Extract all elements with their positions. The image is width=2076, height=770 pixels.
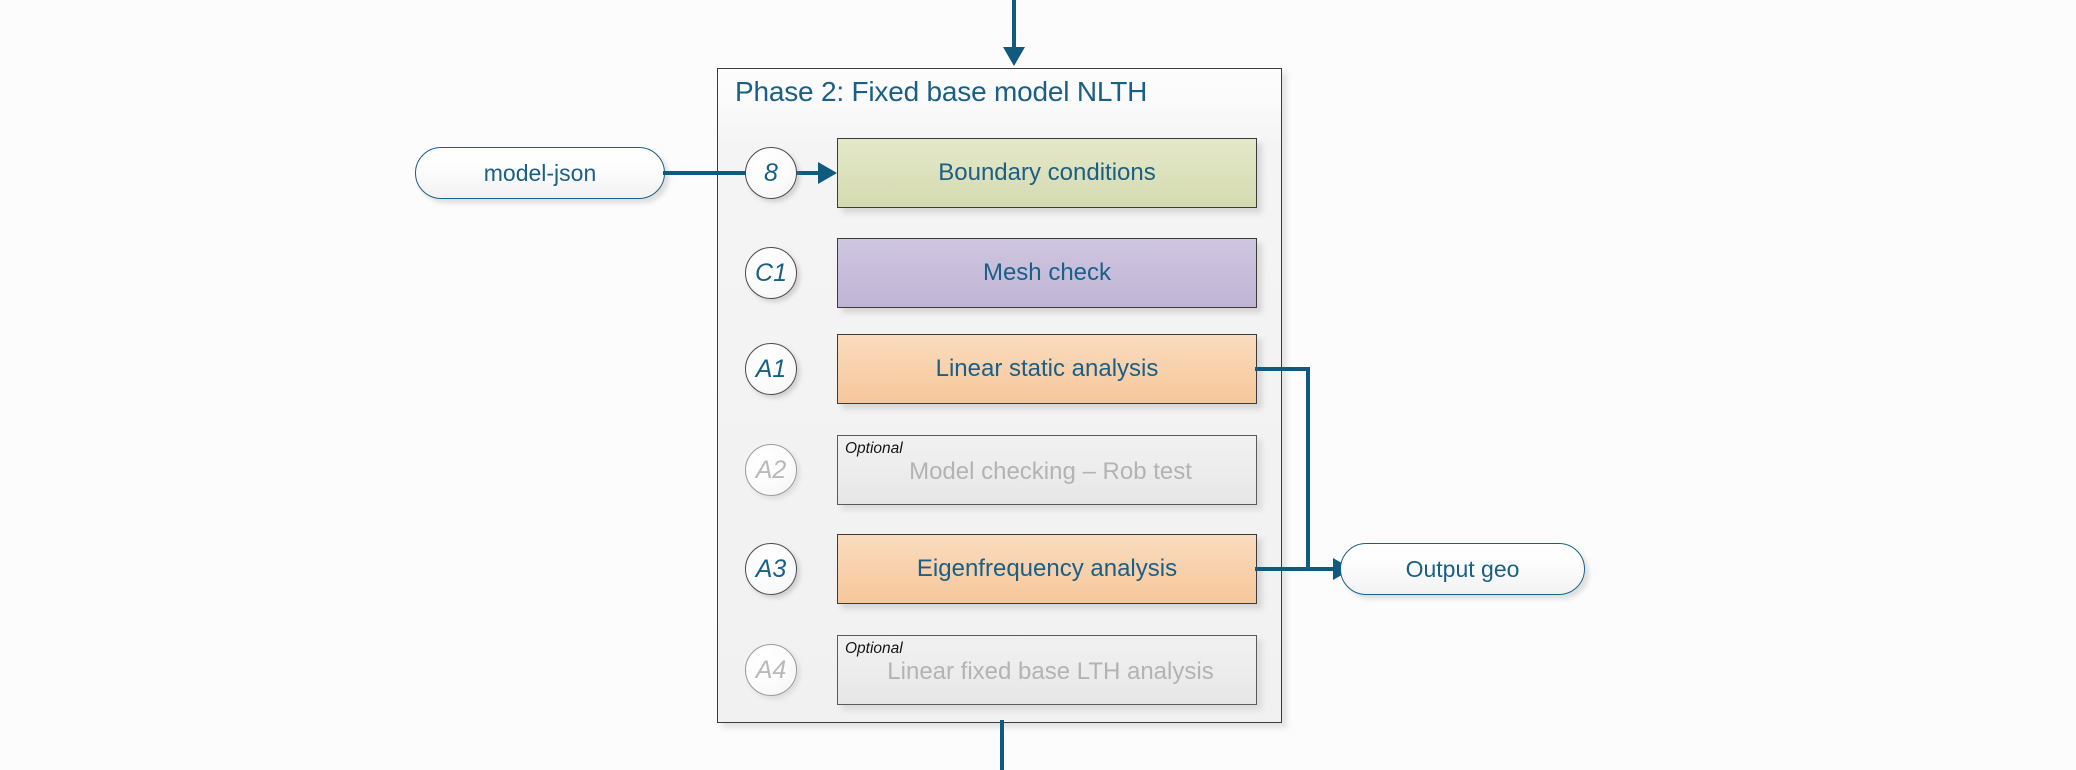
task-mesh-check-label: Mesh check [982, 259, 1112, 286]
input-node-model-json[interactable]: model-json [415, 147, 665, 199]
step-badge-a2[interactable]: A2 [745, 444, 797, 496]
task-boundary-conditions-label: Boundary conditions [938, 159, 1156, 186]
model-json-connector-line [663, 171, 747, 175]
step-badge-a1[interactable]: A1 [745, 343, 797, 395]
inflow-arrowhead [1003, 47, 1025, 66]
step-badge-8-label: 8 [764, 158, 778, 187]
output-node-label: Output geo [1405, 555, 1520, 582]
step-badge-a4[interactable]: A4 [745, 644, 797, 696]
task-mesh-check[interactable]: Mesh check [837, 238, 1257, 308]
task-model-checking-rob-test-label: Model checking – Rob test [909, 458, 1192, 486]
step-badge-a3[interactable]: A3 [745, 543, 797, 595]
task-linear-fixed-base-lth-analysis-label: Linear fixed base LTH analysis [887, 658, 1214, 686]
boundary-conditions-arrowhead [818, 162, 837, 184]
step-badge-a3-label: A3 [755, 554, 787, 583]
output-riser-connector-line [1306, 367, 1310, 567]
output-node-output-geo[interactable]: Output geo [1340, 543, 1585, 595]
step-badge-c1-label: C1 [755, 258, 787, 287]
task-model-checking-rob-test[interactable]: Optional Model checking – Rob test [837, 435, 1257, 505]
step-badge-a4-label: A4 [755, 655, 787, 684]
a3-output-connector-line [1255, 567, 1335, 571]
inflow-connector-line [1012, 0, 1016, 48]
task-linear-static-analysis-label: Linear static analysis [935, 355, 1159, 382]
step-badge-8[interactable]: 8 [745, 147, 797, 199]
optional-tag-a2: Optional [845, 440, 903, 457]
a1-output-connector-line [1255, 367, 1310, 371]
task-eigenfrequency-analysis[interactable]: Eigenfrequency analysis [837, 534, 1257, 604]
task-boundary-conditions[interactable]: Boundary conditions [837, 138, 1257, 208]
optional-tag-a4: Optional [845, 640, 903, 657]
step-badge-a2-label: A2 [755, 455, 787, 484]
outflow-connector-line [1000, 720, 1004, 770]
diagram-canvas: Phase 2: Fixed base model NLTH model-jso… [0, 0, 2076, 770]
task-eigenfrequency-analysis-label: Eigenfrequency analysis [916, 555, 1178, 582]
phase-title: Phase 2: Fixed base model NLTH [735, 76, 1148, 107]
badge-8-to-box-connector-line [795, 171, 819, 175]
task-linear-fixed-base-lth-analysis[interactable]: Optional Linear fixed base LTH analysis [837, 635, 1257, 705]
task-linear-static-analysis[interactable]: Linear static analysis [837, 334, 1257, 404]
step-badge-a1-label: A1 [755, 354, 787, 383]
step-badge-c1[interactable]: C1 [745, 247, 797, 299]
input-node-label: model-json [483, 159, 597, 186]
